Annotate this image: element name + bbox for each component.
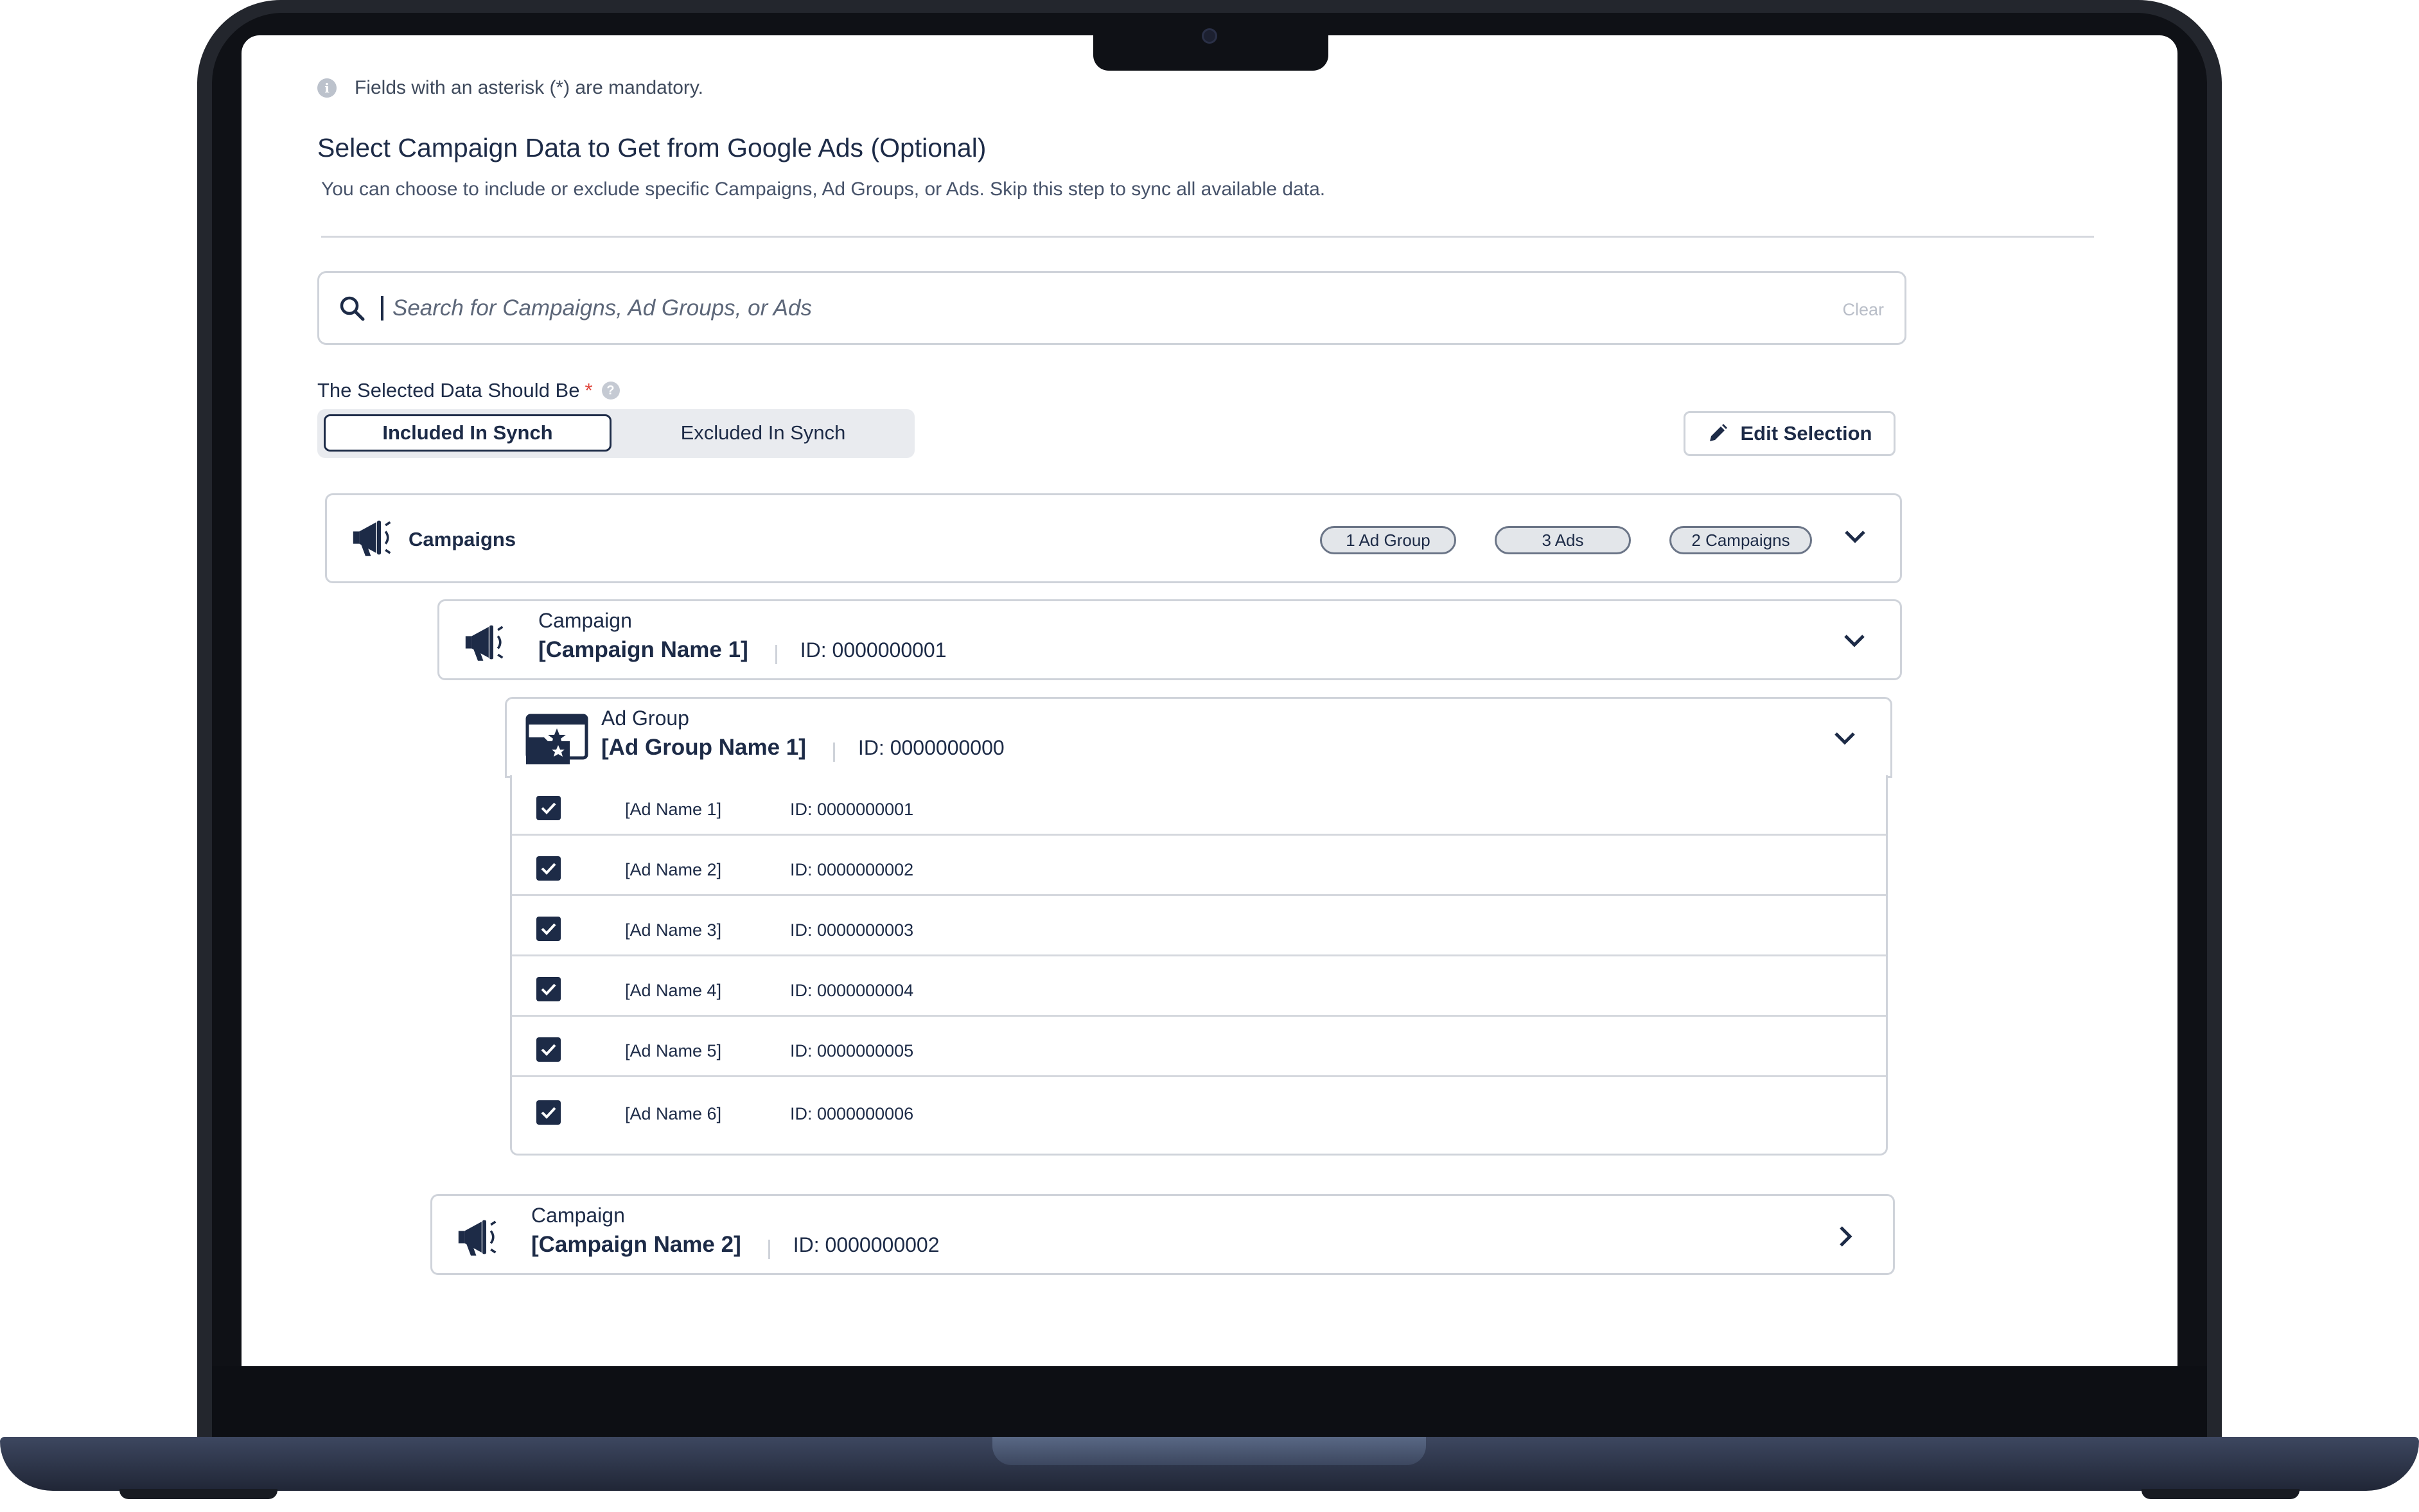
chevron-down-icon[interactable] <box>1844 530 1866 544</box>
laptop-foot-left <box>119 1489 277 1499</box>
browser-folder-icon <box>525 714 588 764</box>
laptop-bottom-bezel <box>212 1366 2207 1437</box>
campaign-card-2[interactable]: Campaign [Campaign Name 2] ID: 0000000002 <box>430 1194 1895 1275</box>
ads-list: [Ad Name 1] ID: 0000000001 [Ad Name 2] I… <box>510 775 1888 1156</box>
ad-group-name-row: [Ad Group Name 1] ID: 0000000000 <box>601 735 1005 762</box>
ad-name: [Ad Name 3] <box>625 920 722 940</box>
ad-group-name: [Ad Group Name 1] <box>601 735 806 760</box>
campaign-name-row: [Campaign Name 2] ID: 0000000002 <box>531 1232 940 1259</box>
question-icon[interactable]: ? <box>601 382 620 400</box>
section-subtitle: You can choose to include or exclude spe… <box>321 179 1326 200</box>
ad-id: ID: 0000000005 <box>790 1041 914 1060</box>
campaign-name-row: [Campaign Name 1] ID: 0000000001 <box>538 637 947 664</box>
separator <box>775 644 777 664</box>
excluded-in-synch-option[interactable]: Excluded In Synch <box>619 414 907 452</box>
search-box[interactable]: Clear <box>317 271 1906 345</box>
campaigns-panel[interactable]: Campaigns 1 Ad Group 3 Ads 2 Campaigns <box>325 493 1902 583</box>
checkmark-icon <box>541 923 556 935</box>
ad-name: [Ad Name 2] <box>625 860 722 879</box>
checkmark-icon <box>541 983 556 996</box>
chevron-down-icon[interactable] <box>1843 634 1865 648</box>
ad-group-id: ID: 0000000000 <box>858 736 1005 759</box>
clear-search-button[interactable]: Clear <box>1842 300 1884 320</box>
selection-label-text: The Selected Data Should Be <box>317 379 580 401</box>
text-cursor <box>381 295 383 321</box>
campaigns-count-badge: 2 Campaigns <box>1669 526 1812 554</box>
ad-checkbox[interactable] <box>536 917 561 941</box>
ad-name: [Ad Name 5] <box>625 1041 722 1060</box>
ad-group-type-label: Ad Group <box>601 707 689 730</box>
edit-selection-button[interactable]: Edit Selection <box>1684 411 1896 456</box>
camera-icon <box>1202 28 1217 44</box>
ad-checkbox[interactable] <box>536 796 561 820</box>
campaign-type-label: Campaign <box>531 1204 625 1227</box>
ad-id: ID: 0000000001 <box>790 800 914 819</box>
list-item[interactable]: [Ad Name 5] ID: 0000000005 <box>512 1017 1886 1077</box>
ad-name: [Ad Name 6] <box>625 1104 722 1123</box>
campaign-id: ID: 0000000002 <box>793 1233 940 1256</box>
campaign-type-label: Campaign <box>538 609 632 632</box>
mandatory-note-text: Fields with an asterisk (*) are mandator… <box>355 77 703 98</box>
ad-name: [Ad Name 1] <box>625 800 722 819</box>
ad-checkbox[interactable] <box>536 1100 561 1125</box>
ad-group-count-badge: 1 Ad Group <box>1320 526 1456 554</box>
megaphone-icon <box>353 520 391 556</box>
search-input[interactable] <box>391 294 1711 322</box>
chevron-right-icon[interactable] <box>1839 1226 1853 1247</box>
ad-name: [Ad Name 4] <box>625 981 722 1000</box>
edit-selection-label: Edit Selection <box>1740 422 1872 444</box>
ad-group-card[interactable]: Ad Group [Ad Group Name 1] ID: 0000000000 <box>505 697 1892 778</box>
chevron-down-icon[interactable] <box>1834 732 1856 746</box>
checkmark-icon <box>541 863 556 875</box>
ad-checkbox[interactable] <box>536 1037 561 1062</box>
ads-count-badge: 3 Ads <box>1495 526 1631 554</box>
ad-checkbox[interactable] <box>536 856 561 881</box>
megaphone-icon <box>465 625 504 661</box>
separator <box>768 1239 770 1259</box>
ad-checkbox[interactable] <box>536 977 561 1001</box>
section-title: Select Campaign Data to Get from Google … <box>317 133 987 163</box>
campaign-id: ID: 0000000001 <box>800 638 947 662</box>
list-item[interactable]: [Ad Name 4] ID: 0000000004 <box>512 956 1886 1017</box>
checkmark-icon <box>541 802 556 814</box>
include-exclude-toggle: Included In Synch Excluded In Synch <box>317 409 915 458</box>
selection-label: The Selected Data Should Be * ? <box>317 379 620 402</box>
info-icon: i <box>317 78 337 98</box>
megaphone-icon <box>458 1220 497 1256</box>
mandatory-note: i Fields with an asterisk (*) are mandat… <box>317 77 703 99</box>
search-icon <box>340 296 365 321</box>
laptop-opening-notch <box>992 1437 1426 1465</box>
list-item[interactable]: [Ad Name 3] ID: 0000000003 <box>512 896 1886 956</box>
campaign-name: [Campaign Name 1] <box>538 637 748 662</box>
included-in-synch-option[interactable]: Included In Synch <box>324 414 611 452</box>
list-item[interactable]: [Ad Name 6] ID: 0000000006 <box>512 1077 1886 1148</box>
ad-id: ID: 0000000004 <box>790 981 914 1000</box>
checkmark-icon <box>541 1107 556 1119</box>
list-item[interactable]: [Ad Name 2] ID: 0000000002 <box>512 836 1886 896</box>
ad-id: ID: 0000000002 <box>790 860 914 879</box>
separator <box>832 742 835 762</box>
ad-id: ID: 0000000003 <box>790 920 914 940</box>
screen: i Fields with an asterisk (*) are mandat… <box>242 35 2177 1366</box>
campaign-name: [Campaign Name 2] <box>531 1232 741 1257</box>
ad-id: ID: 0000000006 <box>790 1104 914 1123</box>
campaign-card-1[interactable]: Campaign [Campaign Name 1] ID: 0000000001 <box>437 599 1902 680</box>
pencil-icon <box>1709 424 1727 441</box>
list-item[interactable]: [Ad Name 1] ID: 0000000001 <box>512 775 1886 836</box>
divider <box>321 236 2094 238</box>
laptop-foot-right <box>2142 1489 2300 1499</box>
checkmark-icon <box>541 1044 556 1056</box>
required-asterisk: * <box>585 379 593 401</box>
campaigns-panel-title: Campaigns <box>409 528 516 550</box>
